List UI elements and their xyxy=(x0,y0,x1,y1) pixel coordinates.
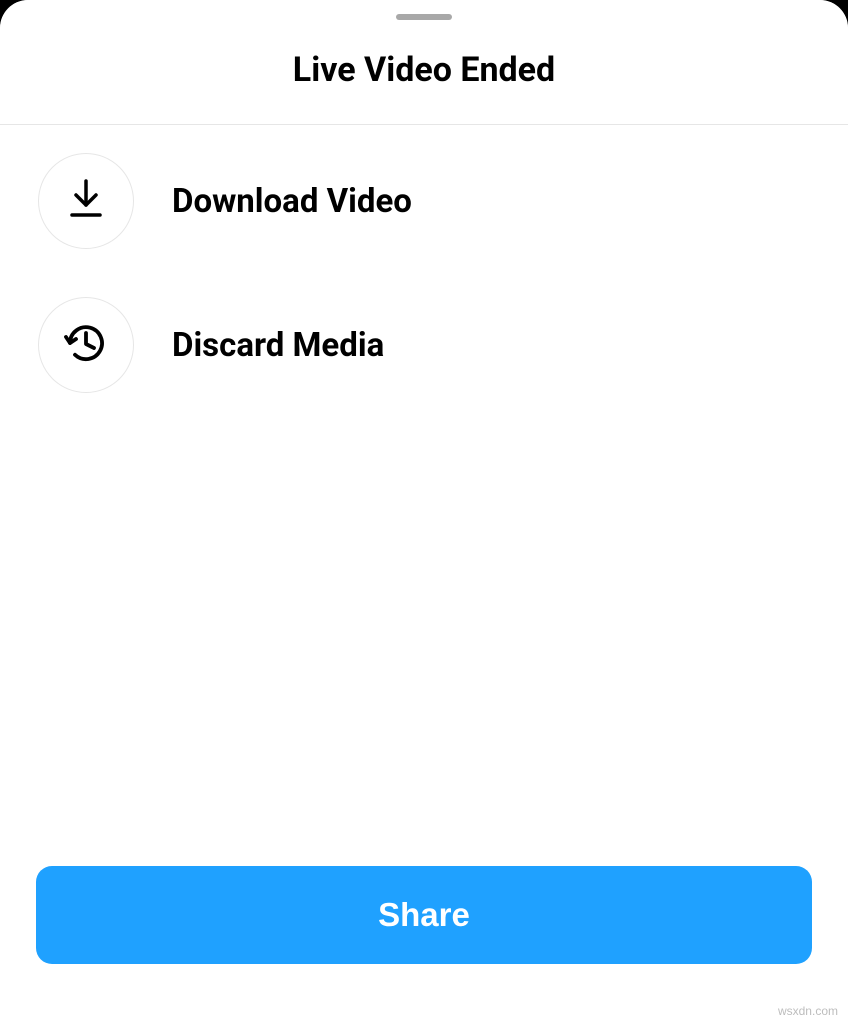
footer: Share xyxy=(0,842,848,1024)
discard-media-label: Discard Media xyxy=(172,326,384,365)
spacer xyxy=(0,417,848,842)
watermark: wsxdn.com xyxy=(778,1004,838,1018)
download-video-label: Download Video xyxy=(172,182,412,221)
share-button[interactable]: Share xyxy=(36,866,812,964)
bottom-sheet: Live Video Ended Download Video xyxy=(0,0,848,1024)
sheet-title: Live Video Ended xyxy=(0,20,848,124)
download-icon xyxy=(62,175,110,227)
discard-icon-circle xyxy=(38,297,134,393)
discard-media-option[interactable]: Discard Media xyxy=(0,273,848,417)
download-icon-circle xyxy=(38,153,134,249)
sheet-inner: Live Video Ended Download Video xyxy=(0,0,848,1024)
options-list: Download Video Discard Media xyxy=(0,125,848,417)
history-icon xyxy=(61,318,111,372)
download-video-option[interactable]: Download Video xyxy=(0,129,848,273)
